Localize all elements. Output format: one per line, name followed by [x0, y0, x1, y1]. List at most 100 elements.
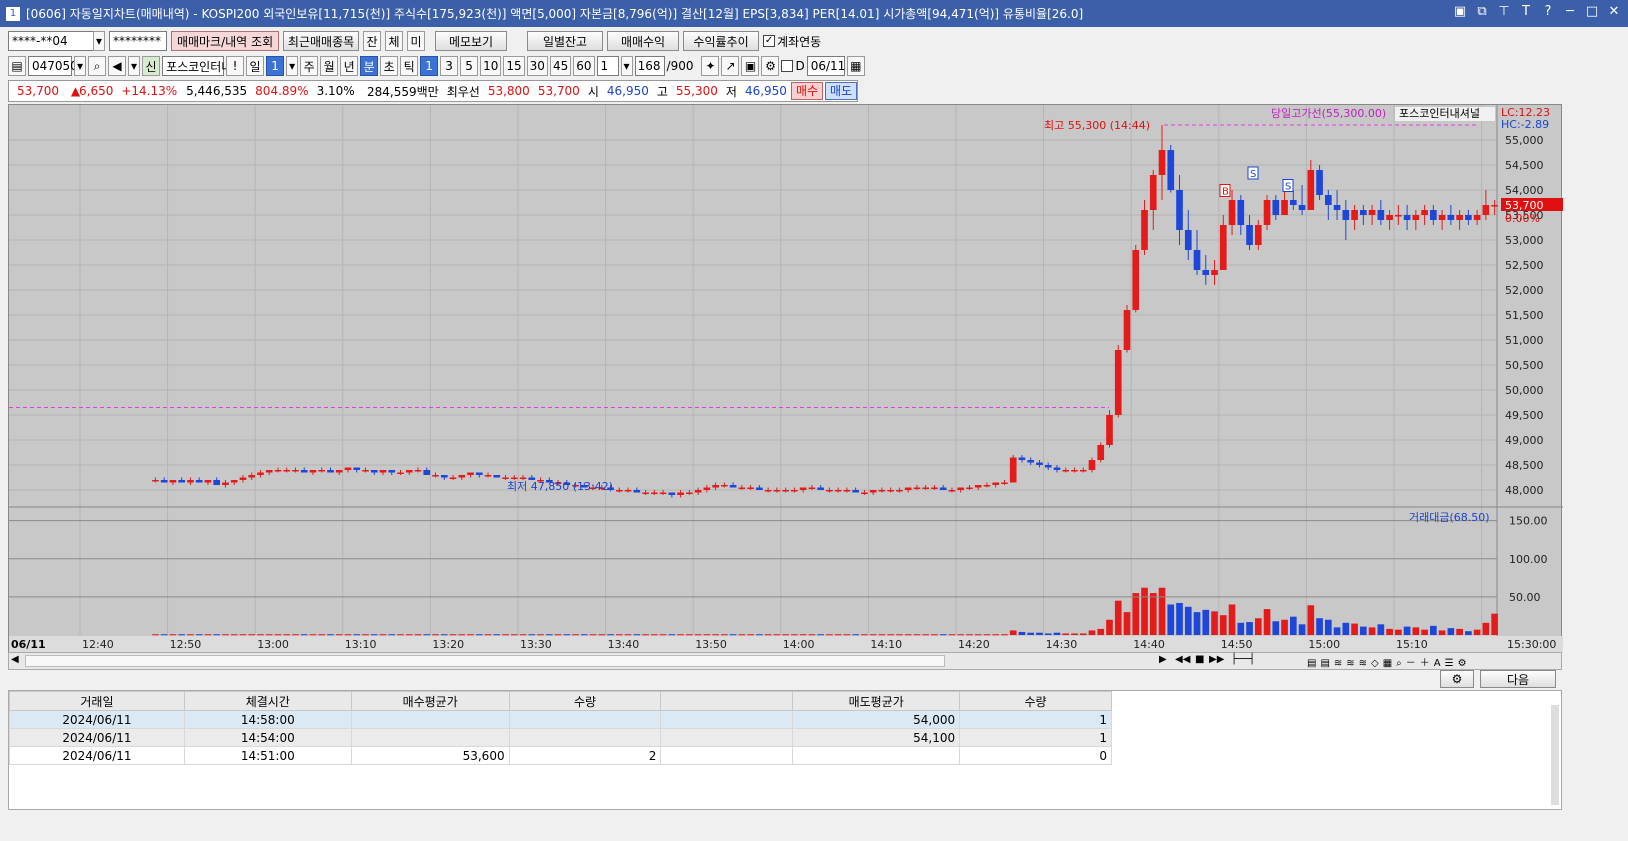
candle-body	[397, 472, 404, 474]
zoom-slider-icon[interactable]: ├──┤	[1231, 654, 1255, 665]
period-week[interactable]: 주	[300, 56, 319, 76]
table-row[interactable]: 2024/06/11 14:51:00 53,600 2 0	[9, 746, 1112, 765]
candle-body	[1281, 200, 1288, 215]
mark-history-button[interactable]: 매매마크/내역 조회	[171, 31, 280, 51]
forward-icon[interactable]: ▶▶	[1209, 654, 1224, 665]
interval-5[interactable]: 5	[460, 56, 479, 76]
panel-icon[interactable]: ▤	[8, 56, 26, 76]
sell-button[interactable]: 매도	[825, 82, 858, 100]
return-trend-button[interactable]: 수익률추이	[683, 31, 760, 51]
volume-bar	[1228, 604, 1236, 635]
date-checkbox[interactable]	[781, 60, 794, 72]
scroll-thumb[interactable]	[25, 655, 945, 667]
speaker-dropdown-icon[interactable]: ▾	[128, 56, 141, 76]
calendar-icon[interactable]: ▦	[846, 56, 865, 76]
tool-icon[interactable]: T	[1518, 4, 1534, 20]
candle-body	[878, 490, 886, 492]
candle-body	[344, 467, 352, 470]
trade-profit-button[interactable]: 매매수익	[607, 31, 680, 51]
close-icon[interactable]: ✕	[1606, 4, 1622, 20]
password-field[interactable]: ********	[109, 31, 168, 51]
help-icon[interactable]: ?	[1540, 4, 1556, 20]
layout-icon[interactable]: ▣	[1452, 4, 1468, 20]
account-dropdown-icon[interactable]: ▾	[93, 31, 106, 51]
minimize-icon[interactable]: ─	[1562, 4, 1578, 20]
volume-bar	[222, 634, 229, 636]
rewind-icon[interactable]: ◀◀	[1175, 654, 1190, 665]
candle-body	[974, 485, 982, 488]
trade-history-table: 거래일 체결시간 매수평균가 수량 매도평균가 수량 2024/06/11 14…	[8, 690, 1562, 810]
period-year[interactable]: 년	[340, 56, 359, 76]
executed-button[interactable]: 체	[385, 31, 404, 51]
table-row[interactable]: 2024/06/11 14:54:00 54,100 1	[9, 728, 1112, 747]
volume-bar	[922, 634, 930, 636]
code-dropdown-icon[interactable]: ▾	[74, 56, 87, 76]
save-icon[interactable]: ▣	[741, 56, 760, 76]
unexecuted-button[interactable]: 미	[407, 31, 426, 51]
balance-button[interactable]: 잔	[363, 31, 382, 51]
date-input[interactable]: 06/11	[806, 56, 845, 76]
gear-icon[interactable]: ⚙	[761, 56, 780, 76]
recent-trades-button[interactable]: 최근매매종목	[283, 31, 360, 51]
candle-body	[239, 477, 247, 480]
stop-icon[interactable]: ■	[1195, 654, 1204, 665]
time-tick-label: 13:10	[345, 638, 377, 651]
chart-scrollbar[interactable]: ◀ ▶ ◀◀ ■ ▶▶ ├──┤ ▤▤≋≋≋◇▦⌕－＋A☰⚙	[8, 652, 1562, 670]
interval-60[interactable]: 60	[573, 56, 595, 76]
credit-icon[interactable]: 신	[142, 56, 161, 76]
interval-count-select[interactable]: 1	[596, 56, 619, 76]
chart-area[interactable]: 55,000 54,500 54,000 53,500 53,000 52,500 52,0…	[8, 104, 1563, 653]
interval-45[interactable]: 45	[549, 56, 572, 76]
window-icon[interactable]: ⧉	[1474, 4, 1490, 20]
stock-code-input[interactable]: 047050	[28, 56, 78, 76]
buy-button[interactable]: 매수	[790, 82, 824, 100]
account-link-checkbox[interactable]: ✓ 계좌연동	[763, 33, 821, 50]
volume-bar	[274, 634, 282, 636]
volume-bar	[388, 634, 396, 636]
memo-button[interactable]: 메모보기	[435, 31, 508, 51]
price-chart-svg[interactable]: 55,00054,50054,00053,50053,00052,50052,0…	[9, 105, 1563, 653]
candle-body	[1079, 470, 1087, 472]
period-day-count[interactable]: 1	[266, 56, 285, 76]
volume-bar	[265, 634, 273, 636]
interval-1[interactable]: 1	[420, 56, 439, 76]
day-dropdown-icon[interactable]: ▾	[286, 56, 299, 76]
volume-bar	[738, 634, 746, 636]
alert-button[interactable]: !	[226, 56, 245, 76]
scroll-right-icon[interactable]: ▶	[1159, 654, 1167, 665]
table-row[interactable]: 2024/06/11 14:58:00 54,000 1	[9, 710, 1112, 729]
interval-30[interactable]: 30	[526, 56, 548, 76]
indicator-icon[interactable]: ✦	[701, 56, 720, 76]
interval-10[interactable]: 10	[480, 56, 502, 76]
candle-body	[1473, 215, 1481, 220]
period-minute[interactable]: 분	[360, 56, 379, 76]
table-scrollbar[interactable]	[1551, 705, 1559, 805]
next-button[interactable]: 다음	[1480, 670, 1556, 688]
speaker-icon[interactable]: ◀	[108, 56, 127, 76]
candle-body	[187, 480, 194, 483]
period-second[interactable]: 초	[380, 56, 399, 76]
price-tick-label: 50,500	[1505, 359, 1544, 372]
settings-gear-button[interactable]: ⚙	[1440, 670, 1474, 688]
pin-icon[interactable]: ⊤	[1496, 4, 1512, 20]
volume-bar	[852, 634, 859, 636]
interval-15[interactable]: 15	[503, 56, 525, 76]
daily-balance-button[interactable]: 일별잔고	[527, 31, 604, 51]
candle-body	[484, 475, 492, 477]
search-icon[interactable]: ⌕	[88, 56, 107, 76]
draw-icon[interactable]: ↗	[721, 56, 740, 76]
interval-3[interactable]: 3	[440, 56, 459, 76]
account-select[interactable]: ****-**04	[8, 31, 94, 51]
candle-body	[1298, 205, 1306, 210]
scroll-left-icon[interactable]: ◀	[11, 654, 19, 665]
volume-bar	[589, 634, 597, 636]
period-month[interactable]: 월	[320, 56, 339, 76]
maximize-icon[interactable]: □	[1584, 4, 1600, 20]
display-count-input[interactable]: 168	[634, 56, 665, 76]
period-tick[interactable]: 틱	[400, 56, 419, 76]
interval-dropdown-icon[interactable]: ▾	[620, 56, 633, 76]
volume-bar	[1176, 602, 1183, 635]
best-ask: 53,800	[487, 84, 530, 98]
chart-tools-icon[interactable]: ▤▤≋≋≋◇▦⌕－＋A☰⚙	[1307, 654, 1471, 669]
period-day[interactable]: 일	[246, 56, 265, 76]
